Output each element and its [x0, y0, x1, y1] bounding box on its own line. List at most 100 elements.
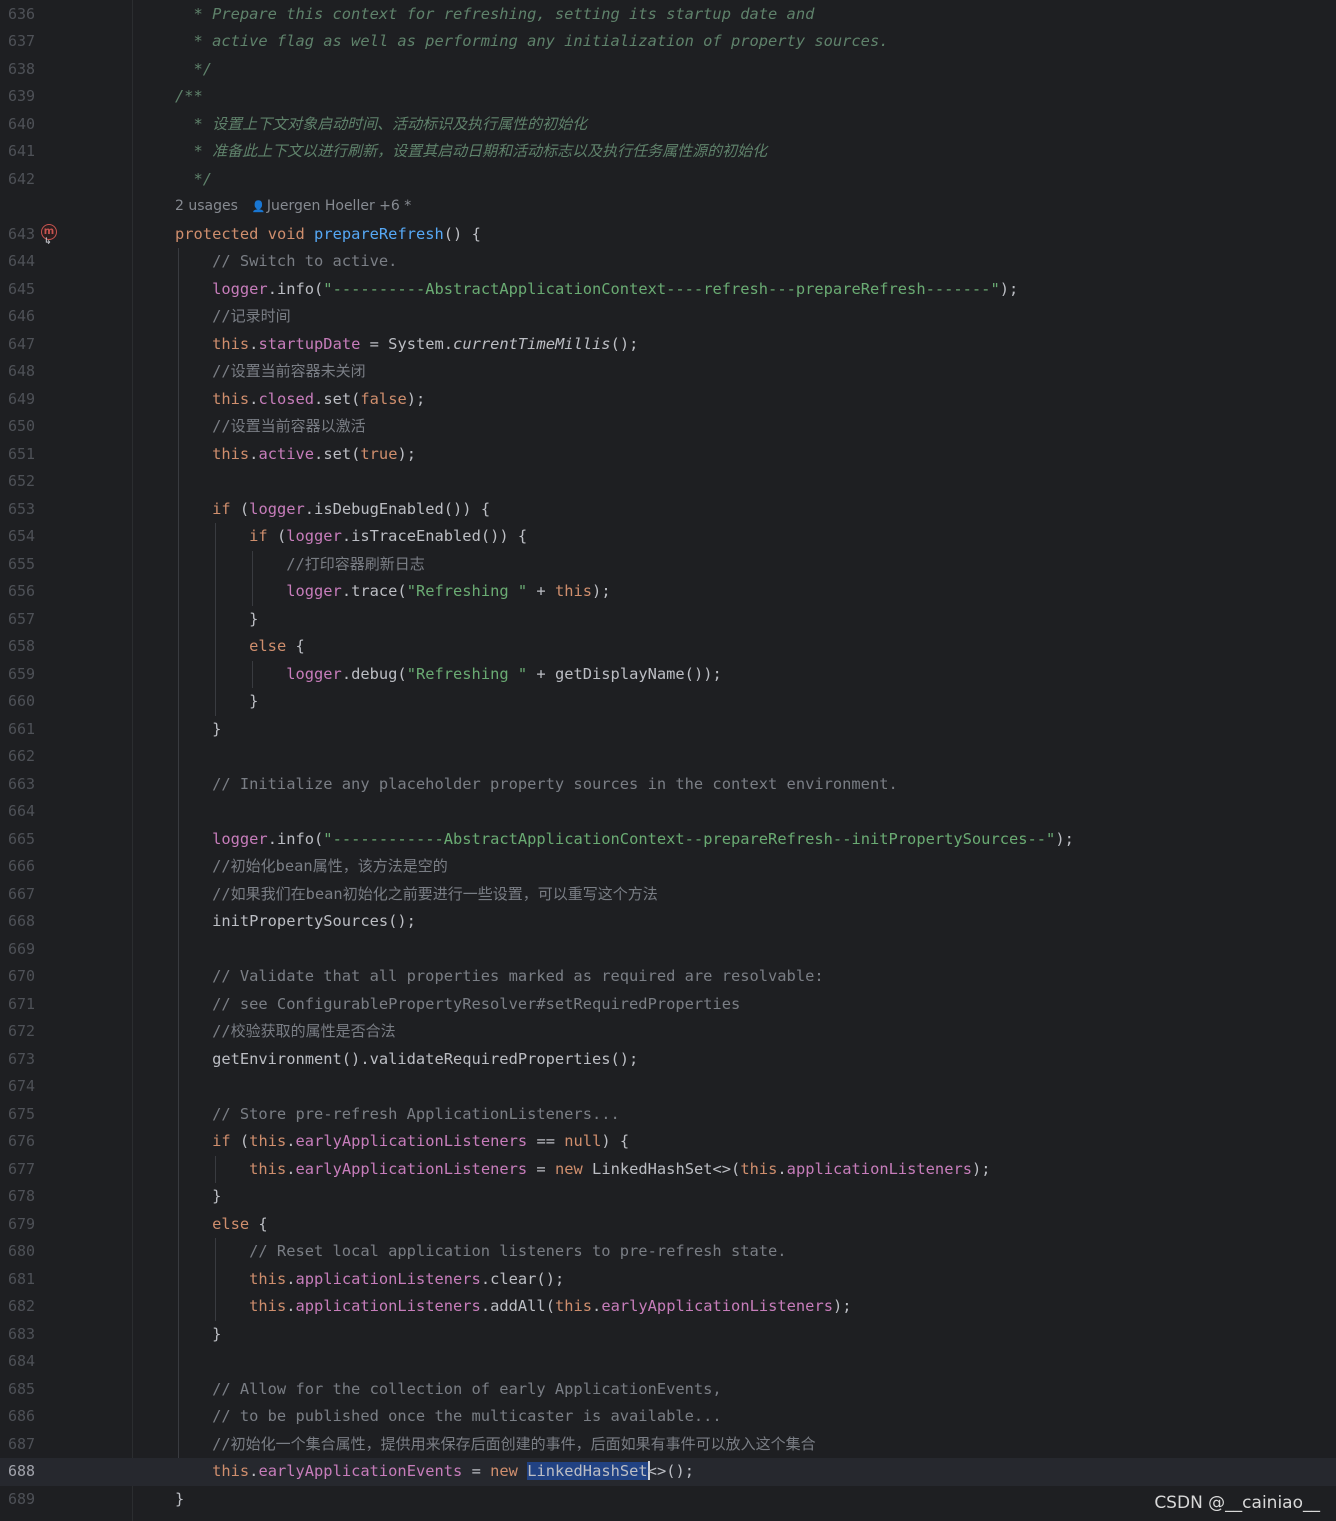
code-text[interactable]: logger.trace("Refreshing " + this); — [175, 578, 610, 606]
code-text[interactable]: /** — [175, 83, 203, 111]
code-line[interactable]: 637 * active flag as well as performing … — [0, 28, 1336, 56]
line-number[interactable]: 658 — [8, 633, 35, 661]
line-number[interactable]: 674 — [8, 1073, 35, 1101]
code-text[interactable]: initPropertySources(); — [175, 908, 416, 936]
code-line[interactable]: 660 } — [0, 688, 1336, 716]
line-number[interactable]: 641 — [8, 138, 35, 166]
code-line[interactable]: 678 } — [0, 1183, 1336, 1211]
code-line[interactable]: 689} — [0, 1486, 1336, 1514]
line-number[interactable]: 662 — [8, 743, 35, 771]
code-text[interactable]: this.earlyApplicationListeners = new Lin… — [175, 1156, 990, 1184]
line-number[interactable]: 664 — [8, 798, 35, 826]
code-text[interactable]: //记录时间 — [175, 303, 291, 331]
code-editor[interactable]: m ↳ 2 usages 👤Juergen Hoeller +6 * 636 * … — [0, 0, 1336, 1521]
line-number[interactable]: 654 — [8, 523, 35, 551]
line-number[interactable]: 648 — [8, 358, 35, 386]
code-line[interactable]: 647 this.startupDate = System.currentTim… — [0, 331, 1336, 359]
line-number[interactable]: 649 — [8, 386, 35, 414]
line-number[interactable]: 668 — [8, 908, 35, 936]
code-text[interactable]: // Validate that all properties marked a… — [175, 963, 824, 991]
code-line[interactable]: 674 — [0, 1073, 1336, 1101]
code-line[interactable]: 657 } — [0, 606, 1336, 634]
code-line[interactable]: 663 // Initialize any placeholder proper… — [0, 771, 1336, 799]
line-number[interactable]: 646 — [8, 303, 35, 331]
line-number[interactable]: 650 — [8, 413, 35, 441]
line-number[interactable]: 673 — [8, 1046, 35, 1074]
code-line[interactable]: 645 logger.info("----------AbstractAppli… — [0, 276, 1336, 304]
line-number[interactable]: 680 — [8, 1238, 35, 1266]
line-number[interactable]: 678 — [8, 1183, 35, 1211]
code-text[interactable]: // Reset local application listeners to … — [175, 1238, 786, 1266]
code-text[interactable]: //初始化一个集合属性，提供用来保存后面创建的事件，后面如果有事件可以放入这个集… — [175, 1431, 816, 1459]
code-line[interactable]: 683 } — [0, 1321, 1336, 1349]
code-line[interactable]: 679 else { — [0, 1211, 1336, 1239]
line-number[interactable]: 676 — [8, 1128, 35, 1156]
line-number[interactable]: 653 — [8, 496, 35, 524]
code-line[interactable]: 642 */ — [0, 166, 1336, 194]
code-text[interactable]: // Allow for the collection of early App… — [175, 1376, 722, 1404]
code-text[interactable]: else { — [175, 1211, 268, 1239]
line-number[interactable]: 684 — [8, 1348, 35, 1376]
code-text[interactable]: getEnvironment().validateRequiredPropert… — [175, 1046, 638, 1074]
code-line[interactable]: 644 // Switch to active. — [0, 248, 1336, 276]
line-number[interactable]: 683 — [8, 1321, 35, 1349]
line-number[interactable]: 639 — [8, 83, 35, 111]
code-line[interactable]: 658 else { — [0, 633, 1336, 661]
code-line[interactable]: 666 //初始化bean属性，该方法是空的 — [0, 853, 1336, 881]
line-number[interactable]: 685 — [8, 1376, 35, 1404]
line-number[interactable]: 667 — [8, 881, 35, 909]
code-line[interactable]: 681 this.applicationListeners.clear(); — [0, 1266, 1336, 1294]
code-line[interactable]: 641 * 准备此上下文以进行刷新，设置其启动日期和活动标志以及执行任务属性源的… — [0, 138, 1336, 166]
line-number[interactable]: 645 — [8, 276, 35, 304]
code-line[interactable]: 680 // Reset local application listeners… — [0, 1238, 1336, 1266]
code-text[interactable]: // to be published once the multicaster … — [175, 1403, 722, 1431]
code-text[interactable]: //初始化bean属性，该方法是空的 — [175, 853, 448, 881]
code-line[interactable]: 677 this.earlyApplicationListeners = new… — [0, 1156, 1336, 1184]
line-number[interactable]: 638 — [8, 56, 35, 84]
code-line[interactable]: 684 — [0, 1348, 1336, 1376]
code-text[interactable]: * Prepare this context for refreshing, s… — [175, 1, 815, 29]
code-line[interactable]: 665 logger.info("------------AbstractApp… — [0, 826, 1336, 854]
code-text[interactable]: * active flag as well as performing any … — [175, 28, 889, 56]
line-number[interactable]: 657 — [8, 606, 35, 634]
code-text[interactable]: this.active.set(true); — [175, 441, 416, 469]
usages-hint[interactable]: 2 usages — [175, 198, 238, 214]
line-number[interactable]: 671 — [8, 991, 35, 1019]
code-line[interactable]: 650 //设置当前容器以激活 — [0, 413, 1336, 441]
line-number[interactable]: 670 — [8, 963, 35, 991]
code-line[interactable]: 675 // Store pre-refresh ApplicationList… — [0, 1101, 1336, 1129]
code-line[interactable]: 648 //设置当前容器未关闭 — [0, 358, 1336, 386]
code-line[interactable]: 664 — [0, 798, 1336, 826]
code-text[interactable]: this.startupDate = System.currentTimeMil… — [175, 331, 638, 359]
code-line[interactable]: 667 //如果我们在bean初始化之前要进行一些设置，可以重写这个方法 — [0, 881, 1336, 909]
code-text[interactable]: } — [175, 1321, 221, 1349]
code-line[interactable]: 672 //校验获取的属性是否合法 — [0, 1018, 1336, 1046]
code-line[interactable]: 688 this.earlyApplicationEvents = new Li… — [0, 1458, 1336, 1486]
code-line[interactable]: 669 — [0, 936, 1336, 964]
line-number[interactable]: 644 — [8, 248, 35, 276]
code-text[interactable]: // Switch to active. — [175, 248, 397, 276]
code-text[interactable]: } — [175, 1183, 221, 1211]
line-number[interactable]: 652 — [8, 468, 35, 496]
author-hint[interactable]: Juergen Hoeller +6 * — [267, 198, 411, 214]
code-text[interactable]: // Initialize any placeholder property s… — [175, 771, 898, 799]
code-line[interactable]: 643 protected void prepareRefresh() { — [0, 221, 1336, 249]
code-text[interactable]: */ — [175, 166, 213, 194]
line-number[interactable]: 669 — [8, 936, 35, 964]
code-text[interactable]: //打印容器刷新日志 — [175, 551, 425, 579]
code-line[interactable]: 676 if (this.earlyApplicationListeners =… — [0, 1128, 1336, 1156]
line-number[interactable]: 666 — [8, 853, 35, 881]
code-text[interactable]: //设置当前容器未关闭 — [175, 358, 366, 386]
code-text[interactable]: } — [175, 716, 221, 744]
line-number[interactable]: 660 — [8, 688, 35, 716]
code-line[interactable]: 655 //打印容器刷新日志 — [0, 551, 1336, 579]
code-text[interactable]: if (logger.isTraceEnabled()) { — [175, 523, 527, 551]
code-line[interactable]: 662 — [0, 743, 1336, 771]
code-line[interactable]: 682 this.applicationListeners.addAll(thi… — [0, 1293, 1336, 1321]
code-line[interactable]: 671 // see ConfigurablePropertyResolver#… — [0, 991, 1336, 1019]
line-number[interactable]: 686 — [8, 1403, 35, 1431]
code-line[interactable]: 636 * Prepare this context for refreshin… — [0, 1, 1336, 29]
line-number[interactable]: 677 — [8, 1156, 35, 1184]
line-number[interactable]: 637 — [8, 28, 35, 56]
code-text[interactable]: this.applicationListeners.addAll(this.ea… — [175, 1293, 851, 1321]
